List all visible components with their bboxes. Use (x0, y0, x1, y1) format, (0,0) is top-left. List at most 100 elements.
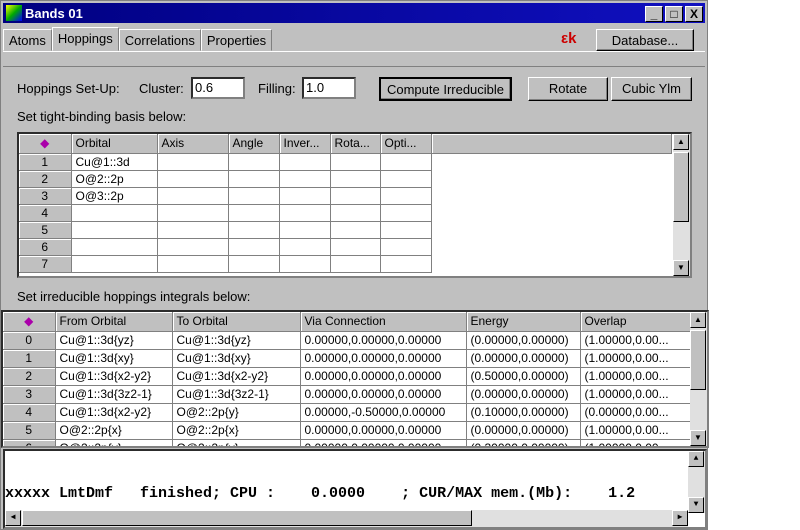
to-orbital-cell[interactable]: Cu@1::3d{3z2-1} (172, 385, 301, 404)
via-connection-cell[interactable]: 0.00000,0.00000,0.00000 (300, 385, 467, 404)
overlap-cell[interactable]: (1.00000,0.00... (580, 421, 691, 440)
overlap-cell[interactable]: (1.00000,0.00... (580, 349, 691, 368)
from-orbital-cell[interactable]: Cu@1::3d{yz} (55, 331, 173, 350)
cell[interactable] (330, 204, 381, 222)
compute-irreducible-button[interactable]: Compute Irreducible (379, 77, 512, 101)
scroll-thumb[interactable] (673, 152, 689, 222)
cell[interactable] (157, 255, 229, 273)
select-all-icon[interactable]: ◆ (19, 134, 72, 154)
from-orbital-cell[interactable]: Cu@1::3d{x2-y2} (55, 403, 173, 422)
title-bar[interactable]: Bands 01 _ □ X (3, 3, 705, 23)
scroll-down-icon[interactable]: ▼ (673, 260, 689, 276)
scroll-up-icon[interactable]: ▲ (673, 134, 689, 150)
cell[interactable] (228, 255, 280, 273)
basis-scrollbar[interactable]: ▲ ▼ (673, 134, 690, 276)
cell[interactable] (380, 153, 432, 171)
overlap-cell[interactable]: (1.00000,0.00... (580, 439, 691, 446)
cell[interactable] (279, 255, 331, 273)
scroll-right-icon[interactable]: ▶ (672, 510, 688, 526)
overlap-cell[interactable]: (1.00000,0.00... (580, 385, 691, 404)
cell[interactable] (380, 187, 432, 205)
col-from-orbital[interactable]: From Orbital (55, 312, 173, 332)
energy-cell[interactable]: (0.30000,0.00000) (466, 439, 581, 446)
via-connection-cell[interactable]: 0.00000,0.00000,0.00000 (300, 439, 467, 446)
orbital-cell[interactable] (71, 238, 158, 256)
row-number[interactable]: 6 (19, 238, 72, 256)
col-angle[interactable]: Angle (228, 134, 280, 154)
tab-correlations[interactable]: Correlations (118, 29, 201, 51)
row-number[interactable]: 2 (3, 367, 56, 386)
table-row[interactable]: 7 (19, 255, 671, 273)
row-number[interactable]: 5 (3, 421, 56, 440)
cell[interactable] (330, 170, 381, 188)
row-number[interactable]: 4 (19, 204, 72, 222)
overlap-cell[interactable]: (1.00000,0.00... (580, 331, 691, 350)
row-number[interactable]: 3 (3, 385, 56, 404)
col-to-orbital[interactable]: To Orbital (172, 312, 301, 332)
table-row[interactable]: 4 (19, 204, 671, 222)
table-row[interactable]: 3 Cu@1::3d{3z2-1} Cu@1::3d{3z2-1} 0.00000,0… (3, 385, 691, 404)
orbital-cell[interactable]: Cu@1::3d (71, 153, 158, 171)
cell[interactable] (380, 221, 432, 239)
to-orbital-cell[interactable]: O@2::2p{y} (172, 403, 301, 422)
cell[interactable] (330, 187, 381, 205)
cell[interactable] (330, 255, 381, 273)
via-connection-cell[interactable]: 0.00000,0.00000,0.00000 (300, 331, 467, 350)
energy-cell[interactable]: (0.00000,0.00000) (466, 349, 581, 368)
row-number[interactable]: 1 (19, 153, 72, 171)
from-orbital-cell[interactable]: Cu@1::3d{x2-y2} (55, 367, 173, 386)
cell[interactable] (228, 204, 280, 222)
cell[interactable] (157, 170, 229, 188)
cell[interactable] (380, 255, 432, 273)
cell[interactable] (157, 221, 229, 239)
row-number[interactable]: 5 (19, 221, 72, 239)
energy-cell[interactable]: (0.00000,0.00000) (466, 385, 581, 404)
orbital-cell[interactable] (71, 221, 158, 239)
tab-atoms[interactable]: Atoms (3, 29, 52, 51)
table-row[interactable]: 5 (19, 221, 671, 239)
cell[interactable] (228, 170, 280, 188)
col-overlap[interactable]: Overlap (580, 312, 691, 332)
cell[interactable] (157, 153, 229, 171)
cell[interactable] (380, 204, 432, 222)
col-orbital[interactable]: Orbital (71, 134, 158, 154)
select-all-icon[interactable]: ◆ (3, 312, 56, 332)
cell[interactable] (380, 238, 432, 256)
tab-hoppings[interactable]: Hoppings (51, 27, 119, 51)
row-number[interactable]: 7 (19, 255, 72, 273)
energy-cell[interactable]: (0.00000,0.00000) (466, 421, 581, 440)
orbital-cell[interactable]: O@3::2p (71, 187, 158, 205)
cell[interactable] (279, 221, 331, 239)
hoppings-scrollbar[interactable]: ▲ ▼ (690, 312, 707, 446)
energy-cell[interactable]: (0.50000,0.00000) (466, 367, 581, 386)
energy-cell[interactable]: (0.00000,0.00000) (466, 331, 581, 350)
tab-properties[interactable]: Properties (200, 29, 273, 51)
database-button[interactable]: Database... (596, 29, 694, 51)
col-via-connection[interactable]: Via Connection (300, 312, 467, 332)
cell[interactable] (279, 170, 331, 188)
cell[interactable] (279, 153, 331, 171)
overlap-cell[interactable]: (1.00000,0.00... (580, 367, 691, 386)
cubic-ylm-button[interactable]: Cubic Ylm (611, 77, 692, 101)
col-inversion[interactable]: Inver... (279, 134, 331, 154)
table-row[interactable]: 6 (19, 238, 671, 256)
cell[interactable] (228, 221, 280, 239)
from-orbital-cell[interactable]: Cu@1::3d{xy} (55, 349, 173, 368)
cell[interactable] (157, 238, 229, 256)
col-energy[interactable]: Energy (466, 312, 581, 332)
filling-input[interactable]: 1.0 (302, 77, 356, 99)
cell[interactable] (228, 238, 280, 256)
row-number[interactable]: 4 (3, 403, 56, 422)
cell[interactable] (228, 153, 280, 171)
via-connection-cell[interactable]: 0.00000,0.00000,0.00000 (300, 349, 467, 368)
cell[interactable] (228, 187, 280, 205)
close-button[interactable]: X (685, 6, 703, 22)
console-hscrollbar[interactable]: ◀ ▶ (5, 510, 688, 527)
from-orbital-cell[interactable]: O@2::2p{y} (55, 439, 173, 446)
scroll-down-icon[interactable]: ▼ (690, 430, 706, 446)
table-row[interactable]: 2 Cu@1::3d{x2-y2} Cu@1::3d{x2-y2} 0.00000,0… (3, 367, 691, 386)
col-options[interactable]: Opti... (380, 134, 432, 154)
to-orbital-cell[interactable]: O@2::2p{y} (172, 439, 301, 446)
rotate-button[interactable]: Rotate (528, 77, 608, 101)
scroll-left-icon[interactable]: ◀ (5, 510, 21, 526)
